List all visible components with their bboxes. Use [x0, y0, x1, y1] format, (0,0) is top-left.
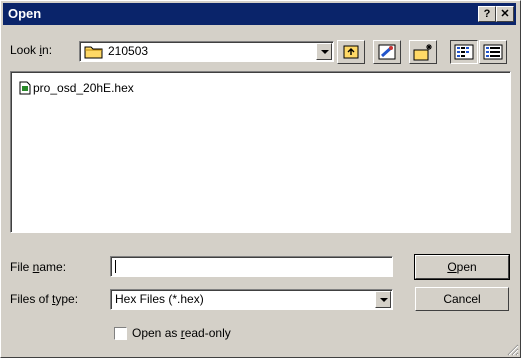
look-in-combo[interactable]: 210503 — [79, 41, 334, 62]
cancel-button[interactable]: Cancel — [415, 287, 509, 311]
file-name-field[interactable] — [110, 256, 393, 277]
files-of-type-dropdown-button[interactable] — [375, 291, 391, 308]
file-list[interactable]: pro_osd_20hE.hex — [10, 71, 511, 233]
help-button[interactable]: ? — [478, 6, 496, 22]
look-in-label: Look in: — [10, 43, 53, 57]
desktop-icon — [378, 44, 396, 60]
details-view-button[interactable] — [479, 40, 507, 64]
look-in-value: 210503 — [108, 44, 149, 58]
read-only-label[interactable]: Open as read-only — [132, 326, 231, 340]
files-of-type-select[interactable]: Hex Files (*.hex) — [110, 289, 393, 310]
size-grip-icon[interactable] — [506, 343, 519, 356]
up-one-level-button[interactable] — [337, 40, 365, 64]
title-bar[interactable]: Open ? ✕ — [3, 3, 516, 25]
read-only-checkbox[interactable] — [114, 327, 127, 340]
list-view-button[interactable] — [450, 40, 478, 64]
look-in-dropdown-button[interactable] — [316, 43, 332, 60]
open-dialog: Open ? ✕ Look in: 210503 pro_osd_20hE.he… — [0, 0, 521, 358]
file-name-label: File name: — [10, 260, 67, 274]
files-of-type-label: Files of type: — [10, 292, 79, 306]
files-of-type-value: Hex Files (*.hex) — [115, 292, 204, 306]
new-folder-button[interactable] — [409, 40, 437, 64]
new-folder-icon — [413, 44, 432, 61]
list-view-icon — [454, 44, 474, 60]
text-cursor — [115, 260, 116, 273]
folder-icon — [84, 46, 103, 59]
hex-file-icon — [19, 81, 31, 95]
details-view-icon — [483, 44, 503, 60]
window-title: Open — [8, 6, 42, 21]
open-button[interactable]: Open — [414, 254, 510, 280]
close-button[interactable]: ✕ — [496, 6, 514, 22]
up-one-level-icon — [343, 45, 359, 59]
file-name-text: pro_osd_20hE.hex — [33, 81, 134, 95]
desktop-button[interactable] — [373, 40, 401, 64]
